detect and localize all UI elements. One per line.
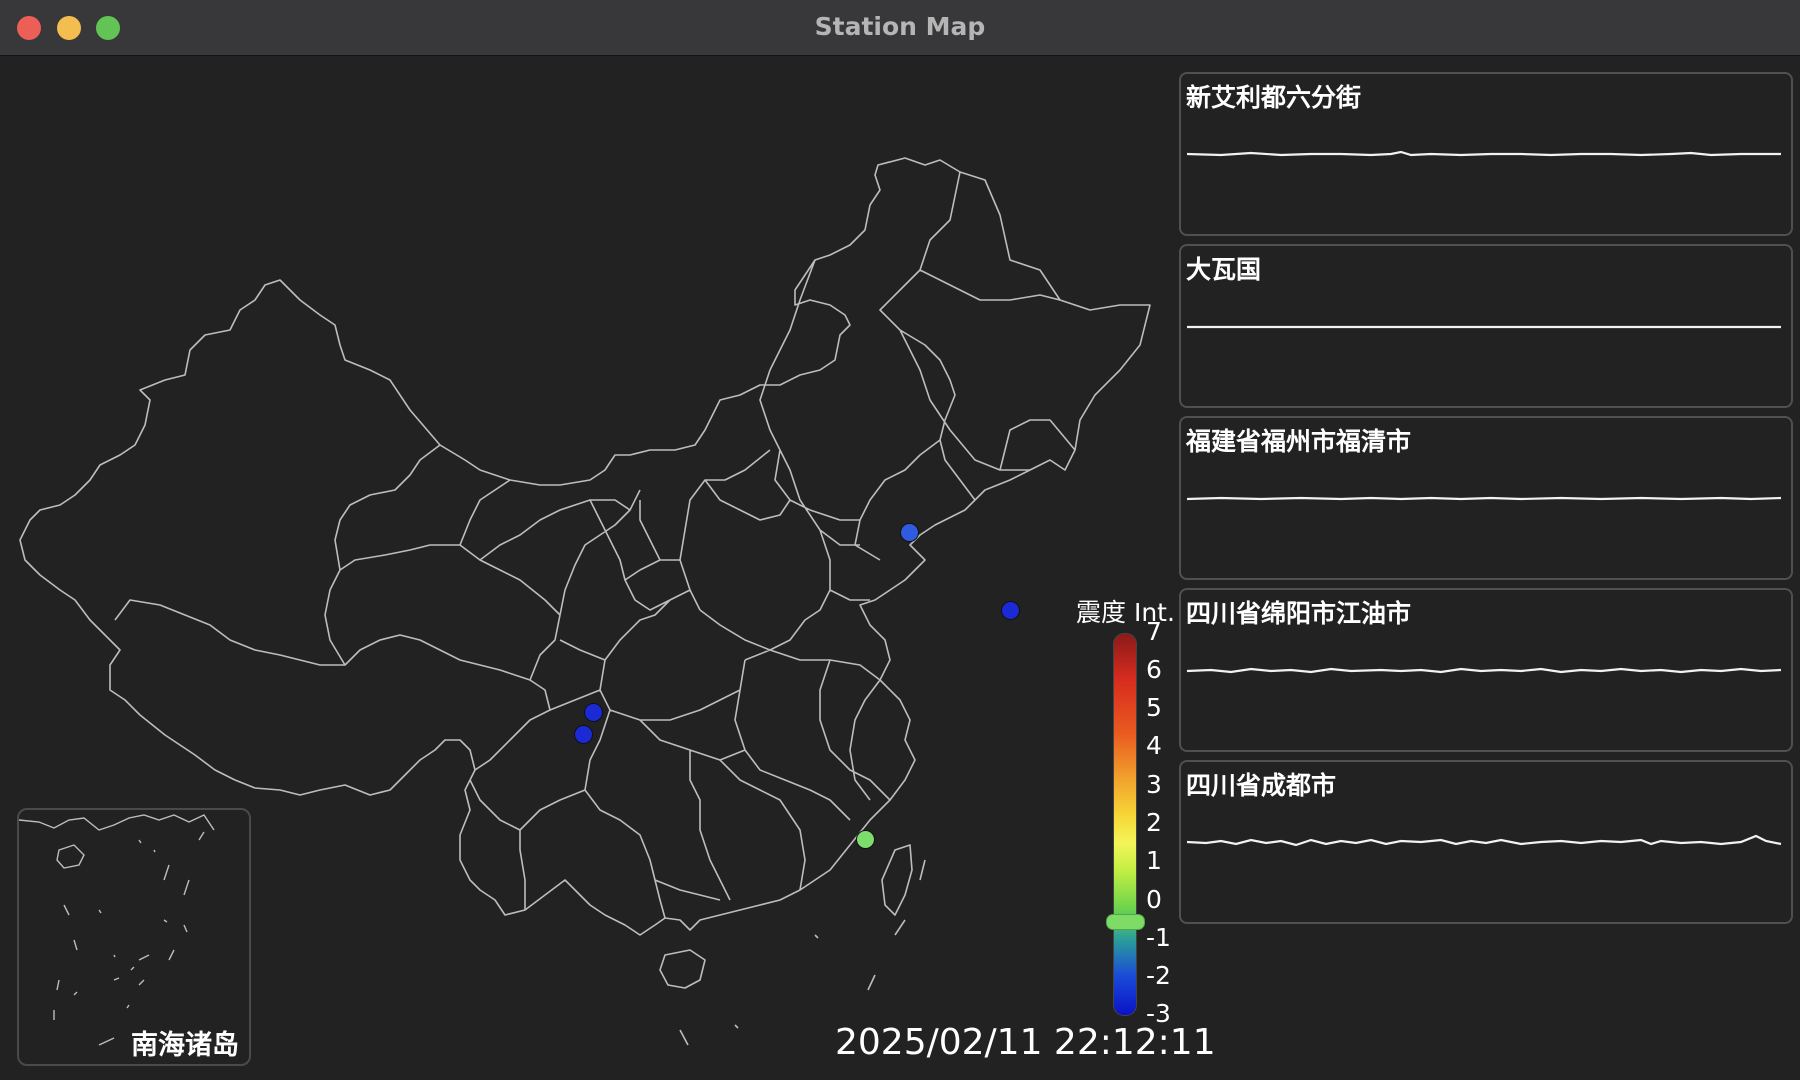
- waveform-panel[interactable]: 新艾利都六分街: [1179, 72, 1793, 236]
- waveform-panel[interactable]: 四川省绵阳市江油市: [1179, 588, 1793, 752]
- timestamp: 2025/02/11 22:12:11: [835, 1022, 1216, 1063]
- colorbar-tick: -2: [1146, 961, 1171, 990]
- intensity-level-indicator: [1106, 914, 1145, 930]
- waveform-panel[interactable]: 四川省成都市: [1179, 760, 1793, 924]
- window-title: Station Map: [814, 12, 986, 41]
- waveform-panel[interactable]: 大瓦国: [1179, 244, 1793, 408]
- waveform-trace: [1187, 325, 1781, 329]
- station-marker-fujian[interactable]: [856, 830, 875, 849]
- taiwan-outline: [881, 844, 913, 916]
- south-china-sea-inset: 南海诸岛: [17, 808, 251, 1066]
- province-lines: [114, 171, 1076, 919]
- app-window: Station Map 南海诸岛 震度 Int. 7 6 5 4 3 2 1 0…: [0, 0, 1800, 1080]
- waveform-trace: [1186, 667, 1782, 674]
- waveform-trace: [1186, 834, 1782, 847]
- hainan-outline: [659, 949, 706, 989]
- waveform-trace: [1186, 150, 1781, 157]
- intensity-colorbar: [1113, 633, 1137, 1016]
- waveform-panel[interactable]: 福建省福州市福清市: [1179, 416, 1793, 580]
- colorbar-tick: -1: [1146, 923, 1171, 952]
- inset-label: 南海诸岛: [131, 1030, 239, 1061]
- station-marker-sichuan-b[interactable]: [574, 725, 593, 744]
- station-marker-liaoning[interactable]: [900, 523, 919, 542]
- station-marker-sichuan-a[interactable]: [584, 703, 603, 722]
- title-bar: Station Map: [0, 0, 1800, 56]
- station-marker-offshore[interactable]: [1001, 601, 1020, 620]
- waveform-trace: [1186, 496, 1782, 501]
